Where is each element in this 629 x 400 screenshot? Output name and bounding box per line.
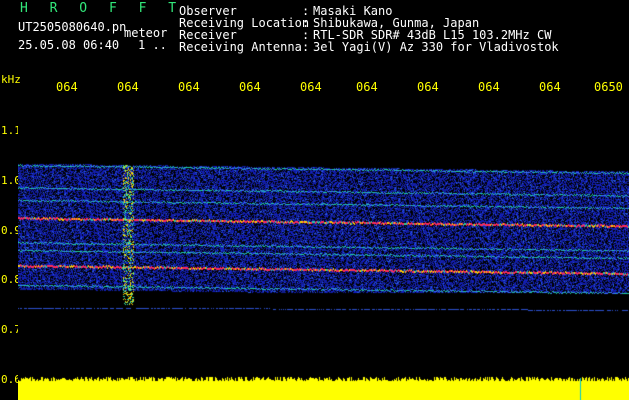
x-tick-label: 064 xyxy=(539,80,561,94)
x-tick-label: 064 xyxy=(356,80,378,94)
x-tick-label: 064 xyxy=(417,80,439,94)
header-filename: UT2505080640.pn xyxy=(18,20,127,34)
x-tick-label: 064 xyxy=(239,80,261,94)
header-datetime: 25.05.08 06:40 xyxy=(18,38,120,52)
x-tick-label: 064 xyxy=(178,80,200,94)
header-marker: 1 .. xyxy=(138,38,167,52)
x-tick-label: 064 xyxy=(300,80,322,94)
amplitude-strip-canvas xyxy=(18,370,629,400)
x-tick-label: 064 xyxy=(478,80,500,94)
meta-antenna-value: 3el Yagi(V) Az 330 for Vladivostok xyxy=(313,40,559,54)
spectrogram-canvas xyxy=(18,100,629,370)
x-tick-label: 064 xyxy=(56,80,78,94)
y-axis-unit: kHz xyxy=(1,73,21,86)
meta-antenna-key: Receiving Antenna xyxy=(179,40,302,54)
header-title: H R O F F T xyxy=(20,1,184,16)
meta-antenna-sep: : xyxy=(302,40,310,54)
x-tick-label: 064 xyxy=(117,80,139,94)
x-tick-label: 0650 xyxy=(594,80,623,94)
